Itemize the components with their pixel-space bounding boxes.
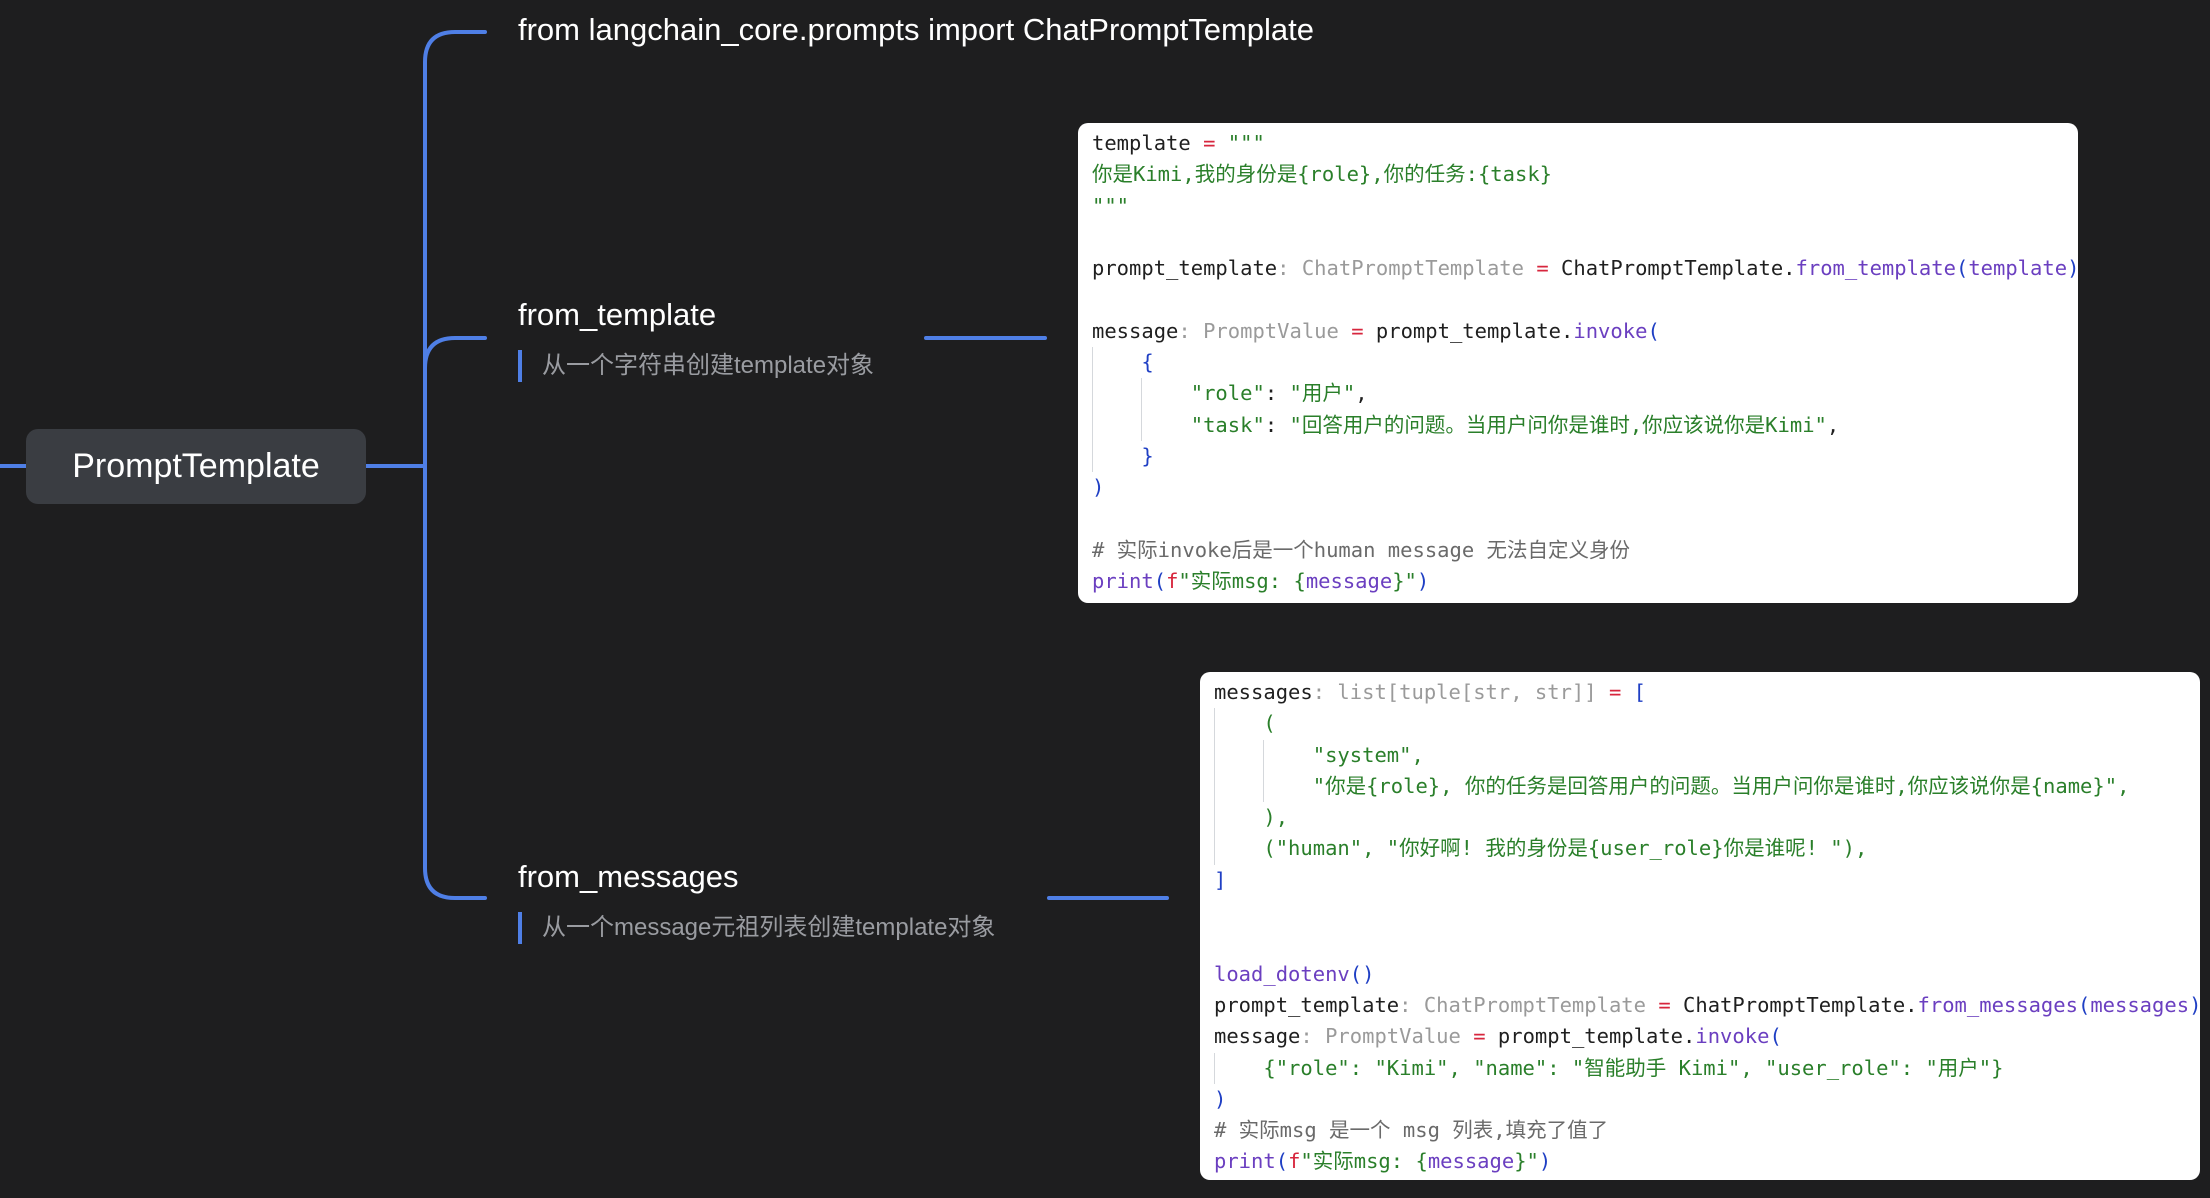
from-template-node[interactable]: from_template <box>518 297 716 333</box>
connector-trunk <box>423 30 487 900</box>
code-line: } <box>1092 440 2064 473</box>
code-line: {"role": "Kimi", "name": "智能助手 Kimi", "u… <box>1214 1052 2186 1084</box>
code-line: print(f"实际msg: {message}") <box>1214 1149 1552 1174</box>
code-line: prompt_template: ChatPromptTemplate = Ch… <box>1092 256 2078 281</box>
from-messages-node[interactable]: from_messages <box>518 859 739 895</box>
code-card-from-template[interactable]: template = """ 你是Kimi,我的身份是{role},你的任务:{… <box>1078 123 2078 603</box>
code-line: ) <box>1092 475 1105 500</box>
code-line: template = """ <box>1092 131 1265 155</box>
code-line: ) <box>1214 1086 1227 1111</box>
code-comment: # 实际invoke后是一个human message 无法自定义身份 <box>1092 537 1631 562</box>
code-line: ] <box>1214 867 1227 892</box>
code-line: """ <box>1092 193 1130 218</box>
from-messages-note: 从一个message元祖列表创建template对象 <box>518 912 995 944</box>
root-label: PromptTemplate <box>72 447 320 485</box>
code-line: ( <box>1214 708 2186 740</box>
code-line: prompt_template: ChatPromptTemplate = Ch… <box>1214 992 2200 1017</box>
code-line: "task": "回答用户的问题。当用户问你是谁时,你应该说你是Kimi", <box>1092 409 2064 441</box>
code-comment: # 实际msg 是一个 msg 列表,填充了值了 <box>1214 1118 1609 1143</box>
from-template-note: 从一个字符串创建template对象 <box>518 350 874 382</box>
code-line: messages: list[tuple[str, str]] = [ <box>1214 680 1646 704</box>
import-line-node[interactable]: from langchain_core.prompts import ChatP… <box>518 12 1314 48</box>
code-line: print(f"实际msg: {message}") <box>1092 569 1430 594</box>
root-node[interactable]: PromptTemplate <box>26 429 366 504</box>
code-line: ), <box>1214 802 2186 834</box>
code-line: "system", <box>1214 739 2186 771</box>
code-line: "role": "用户", <box>1092 378 2064 410</box>
code-line: 你是Kimi,我的身份是{role},你的任务:{task} <box>1092 162 1552 187</box>
code-line: "你是{role}, 你的任务是回答用户的问题。当用户问你是谁时,你应该说你是{… <box>1214 770 2186 803</box>
code-line: load_dotenv() <box>1214 961 1375 986</box>
code-card-from-messages[interactable]: messages: list[tuple[str, str]] = [ ( "s… <box>1200 672 2200 1180</box>
code-line: { <box>1092 347 2064 379</box>
code-line: message: PromptValue = prompt_template.i… <box>1214 1024 1782 1049</box>
code-line: ("human", "你好啊! 我的身份是{user_role}你是谁呢! ")… <box>1214 833 2186 865</box>
connector-from-template <box>423 336 487 370</box>
code-line: message: PromptValue = prompt_template.i… <box>1092 318 1660 343</box>
